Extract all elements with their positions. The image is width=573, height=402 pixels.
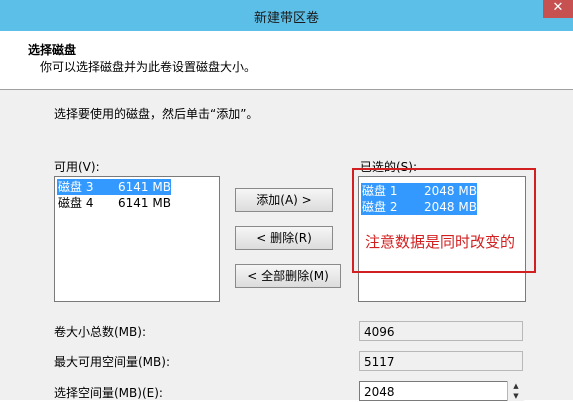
- remove-button[interactable]: < 删除(R): [235, 226, 333, 250]
- list-item[interactable]: 磁盘 3 6141 MB: [57, 179, 171, 195]
- total-size-field: 4096: [359, 321, 523, 341]
- wizard-body: 选择要使用的磁盘，然后单击“添加”。 可用(V): 磁盘 3 6141 MB 磁盘…: [0, 90, 573, 401]
- instruction-text: 选择要使用的磁盘，然后单击“添加”。: [54, 107, 259, 121]
- list-item[interactable]: 磁盘 4 6141 MB: [57, 195, 171, 211]
- remove-all-button[interactable]: < 全部删除(M): [235, 264, 341, 288]
- max-space-label: 最大可用空间量(MB):: [54, 355, 170, 369]
- disk-size: 6141 MB: [118, 196, 171, 210]
- chevron-up-icon[interactable]: ▲: [508, 381, 524, 391]
- choose-space-label: 选择空间量(MB)(E):: [54, 386, 163, 400]
- page-title: 选择磁盘: [28, 43, 77, 57]
- choose-space-input[interactable]: 2048: [359, 381, 523, 401]
- quantity-stepper[interactable]: ▲ ▼: [507, 381, 524, 401]
- close-button[interactable]: ✕: [543, 0, 573, 18]
- title-bar: 新建带区卷 ✕: [0, 0, 573, 31]
- close-icon: ✕: [552, 0, 564, 15]
- disk-name: 磁盘 3: [58, 180, 94, 194]
- annotation-text: 注意数据是同时改变的: [365, 233, 516, 251]
- annotation-box: [352, 168, 536, 273]
- window-title: 新建带区卷: [253, 11, 319, 26]
- available-disks-list[interactable]: 磁盘 3 6141 MB 磁盘 4 6141 MB: [54, 176, 220, 302]
- max-space-field: 5117: [359, 351, 523, 371]
- total-size-label: 卷大小总数(MB):: [54, 325, 146, 339]
- disk-name: 磁盘 4: [58, 196, 94, 210]
- add-button[interactable]: 添加(A) >: [235, 188, 333, 212]
- available-label: 可用(V):: [54, 160, 100, 174]
- disk-size: 6141 MB: [118, 180, 171, 194]
- page-description: 你可以选择磁盘并为此卷设置磁盘大小。: [40, 60, 257, 74]
- wizard-header: 选择磁盘 你可以选择磁盘并为此卷设置磁盘大小。: [0, 31, 573, 89]
